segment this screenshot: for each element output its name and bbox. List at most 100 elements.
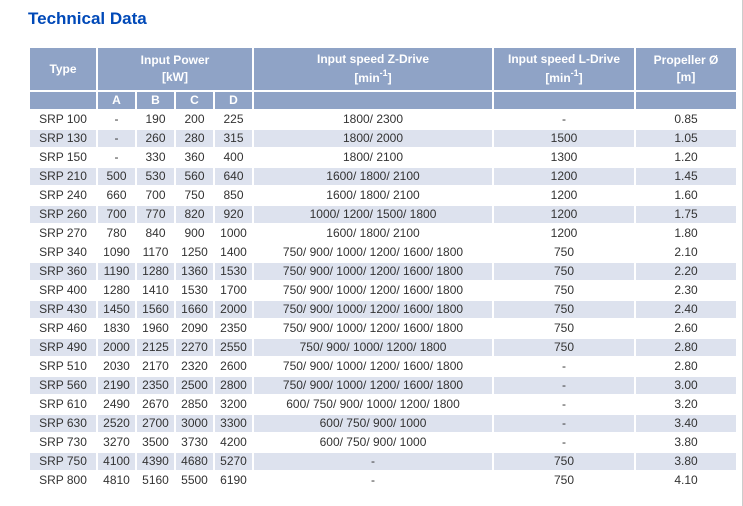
- cell-propeller-diameter: 2.40: [636, 301, 736, 318]
- propeller-unit: [m]: [677, 70, 696, 84]
- cell-power-b: 260: [137, 130, 174, 147]
- table-row: SRP 340 1090 1170 1250 1400 750/ 900/ 10…: [30, 244, 736, 261]
- cell-propeller-diameter: 3.00: [636, 377, 736, 394]
- cell-type: SRP 100: [30, 111, 96, 128]
- cell-power-b: 530: [137, 168, 174, 185]
- cell-z-drive-speed: 600/ 750/ 900/ 1000: [254, 434, 492, 451]
- cell-l-drive-speed: 1300: [494, 149, 634, 166]
- cell-propeller-diameter: 1.80: [636, 225, 736, 242]
- table-row: SRP 100 - 190 200 225 1800/ 2300 - 0.85: [30, 111, 736, 128]
- table-row: SRP 630 2520 2700 3000 3300 600/ 750/ 90…: [30, 415, 736, 432]
- table-row: SRP 260 700 770 820 920 1000/ 1200/ 1500…: [30, 206, 736, 223]
- table-row: SRP 360 1190 1280 1360 1530 750/ 900/ 10…: [30, 263, 736, 280]
- cell-power-c: 3000: [176, 415, 213, 432]
- cell-type: SRP 400: [30, 282, 96, 299]
- cell-power-a: 1450: [98, 301, 135, 318]
- cell-z-drive-speed: 600/ 750/ 900/ 1000/ 1200/ 1800: [254, 396, 492, 413]
- cell-l-drive-speed: 1200: [494, 206, 634, 223]
- cell-l-drive-speed: 1200: [494, 187, 634, 204]
- subheader-empty-z: [254, 92, 492, 109]
- table-body: SRP 100 - 190 200 225 1800/ 2300 - 0.85 …: [30, 111, 736, 489]
- cell-power-b: 1280: [137, 263, 174, 280]
- col-header-l-drive: Input speed L-Drive [min-1]: [494, 48, 634, 90]
- cell-type: SRP 630: [30, 415, 96, 432]
- cell-type: SRP 340: [30, 244, 96, 261]
- cell-power-a: 780: [98, 225, 135, 242]
- cell-power-a: 700: [98, 206, 135, 223]
- cell-power-c: 820: [176, 206, 213, 223]
- table-row: SRP 240 660 700 750 850 1600/ 1800/ 2100…: [30, 187, 736, 204]
- cell-propeller-diameter: 2.80: [636, 358, 736, 375]
- cell-z-drive-speed: 1800/ 2300: [254, 111, 492, 128]
- cell-power-b: 1560: [137, 301, 174, 318]
- cell-power-d: 640: [215, 168, 252, 185]
- cell-power-d: 920: [215, 206, 252, 223]
- cell-power-d: 6190: [215, 472, 252, 489]
- cell-propeller-diameter: 3.80: [636, 453, 736, 470]
- cell-l-drive-speed: 1500: [494, 130, 634, 147]
- cell-propeller-diameter: 2.80: [636, 339, 736, 356]
- cell-type: SRP 490: [30, 339, 96, 356]
- cell-power-c: 200: [176, 111, 213, 128]
- cell-power-d: 1000: [215, 225, 252, 242]
- cell-power-c: 2090: [176, 320, 213, 337]
- table-row: SRP 400 1280 1410 1530 1700 750/ 900/ 10…: [30, 282, 736, 299]
- subheader-col-a: A: [98, 92, 135, 109]
- cell-z-drive-speed: 1600/ 1800/ 2100: [254, 187, 492, 204]
- cell-propeller-diameter: 2.60: [636, 320, 736, 337]
- z-drive-label: Input speed Z-Drive: [317, 52, 429, 66]
- cell-l-drive-speed: -: [494, 111, 634, 128]
- cell-z-drive-speed: -: [254, 453, 492, 470]
- cell-z-drive-speed: 1800/ 2000: [254, 130, 492, 147]
- cell-z-drive-speed: 750/ 900/ 1000/ 1200/ 1600/ 1800: [254, 358, 492, 375]
- z-drive-unit: [min-1]: [354, 71, 391, 85]
- cell-power-b: 5160: [137, 472, 174, 489]
- cell-power-c: 280: [176, 130, 213, 147]
- table-row: SRP 150 - 330 360 400 1800/ 2100 1300 1.…: [30, 149, 736, 166]
- cell-power-a: 4100: [98, 453, 135, 470]
- cell-power-b: 4390: [137, 453, 174, 470]
- cell-power-b: 190: [137, 111, 174, 128]
- cell-l-drive-speed: 750: [494, 301, 634, 318]
- cell-z-drive-speed: 750/ 900/ 1000/ 1200/ 1600/ 1800: [254, 301, 492, 318]
- cell-z-drive-speed: 1800/ 2100: [254, 149, 492, 166]
- cell-z-drive-speed: 750/ 900/ 1000/ 1200/ 1600/ 1800: [254, 320, 492, 337]
- cell-type: SRP 360: [30, 263, 96, 280]
- cell-power-c: 2500: [176, 377, 213, 394]
- cell-power-c: 900: [176, 225, 213, 242]
- cell-power-b: 2700: [137, 415, 174, 432]
- cell-power-a: 2030: [98, 358, 135, 375]
- table-row: SRP 800 4810 5160 5500 6190 - 750 4.10: [30, 472, 736, 489]
- cell-power-d: 1530: [215, 263, 252, 280]
- table-row: SRP 560 2190 2350 2500 2800 750/ 900/ 10…: [30, 377, 736, 394]
- table-row: SRP 750 4100 4390 4680 5270 - 750 3.80: [30, 453, 736, 470]
- header-row-main: Type Input Power [kW] Input speed Z-Driv…: [30, 48, 736, 90]
- cell-power-c: 1250: [176, 244, 213, 261]
- cell-type: SRP 430: [30, 301, 96, 318]
- header-row-sub: A B C D: [30, 92, 736, 109]
- cell-type: SRP 560: [30, 377, 96, 394]
- cell-l-drive-speed: 750: [494, 282, 634, 299]
- cell-l-drive-speed: 750: [494, 472, 634, 489]
- cell-z-drive-speed: 1600/ 1800/ 2100: [254, 168, 492, 185]
- cell-power-a: 2190: [98, 377, 135, 394]
- cell-power-d: 2600: [215, 358, 252, 375]
- cell-power-d: 3200: [215, 396, 252, 413]
- cell-z-drive-speed: 750/ 900/ 1000/ 1200/ 1600/ 1800: [254, 263, 492, 280]
- table-row: SRP 430 1450 1560 1660 2000 750/ 900/ 10…: [30, 301, 736, 318]
- cell-power-c: 1360: [176, 263, 213, 280]
- cell-z-drive-speed: 750/ 900/ 1000/ 1200/ 1600/ 1800: [254, 282, 492, 299]
- input-power-unit: [kW]: [162, 70, 188, 84]
- subheader-col-b: B: [137, 92, 174, 109]
- l-drive-label: Input speed L-Drive: [508, 52, 620, 66]
- cell-power-a: -: [98, 149, 135, 166]
- cell-propeller-diameter: 2.10: [636, 244, 736, 261]
- cell-power-b: 700: [137, 187, 174, 204]
- page-title: Technical Data: [28, 9, 147, 29]
- cell-l-drive-speed: -: [494, 377, 634, 394]
- cell-power-c: 360: [176, 149, 213, 166]
- cell-l-drive-speed: 750: [494, 339, 634, 356]
- input-power-label: Input Power: [141, 53, 210, 67]
- cell-power-c: 5500: [176, 472, 213, 489]
- cell-propeller-diameter: 2.20: [636, 263, 736, 280]
